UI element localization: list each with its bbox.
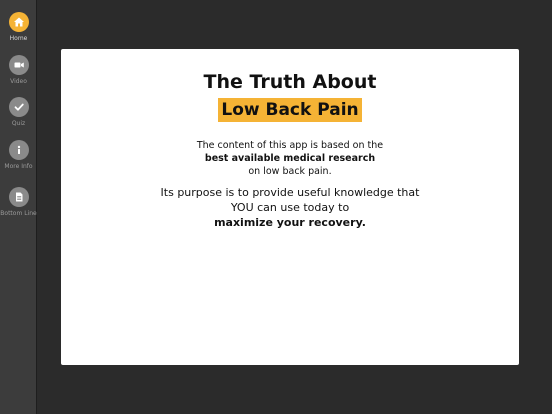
sidebar-item-quiz[interactable]: Quiz — [0, 97, 37, 127]
subtitle-wrap: Low Back Pain — [61, 98, 519, 122]
document-icon — [8, 187, 29, 207]
intro-line-1: The content of this app is based on the — [196, 140, 384, 151]
sidebar-item-label: Video — [10, 78, 27, 85]
sidebar-item-label: Quiz — [11, 120, 26, 127]
sidebar-item-home[interactable]: Home — [0, 12, 37, 42]
main-content: The Truth About Low Back Pain The conten… — [37, 0, 552, 414]
intro-card: The Truth About Low Back Pain The conten… — [61, 49, 519, 365]
info-icon — [8, 140, 29, 160]
check-icon — [8, 97, 29, 117]
sidebar-item-more-info[interactable]: More Info — [0, 140, 37, 170]
purpose-paragraph: Its purpose is to provide useful knowled… — [61, 185, 519, 230]
intro-line-2-bold: best available medical research — [204, 153, 376, 164]
sidebar: Home Video Quiz More Info Bottom Line — [0, 0, 37, 414]
page-title: The Truth About — [203, 71, 377, 93]
sidebar-item-bottom-line[interactable]: Bottom Line — [0, 187, 37, 217]
home-icon — [8, 12, 29, 32]
app: Home Video Quiz More Info Bottom Line Th… — [0, 0, 552, 414]
intro-line-3: on low back pain. — [248, 166, 332, 177]
video-icon — [8, 55, 29, 75]
sidebar-item-label: Bottom Line — [0, 210, 37, 217]
purpose-line-1: Its purpose is to provide useful knowled… — [160, 186, 420, 199]
sidebar-item-video[interactable]: Video — [0, 55, 37, 85]
sidebar-item-label: Home — [9, 35, 28, 42]
purpose-line-3-bold: maximize your recovery. — [214, 216, 366, 229]
sidebar-item-label: More Info — [4, 163, 33, 170]
page-subtitle-highlight: Low Back Pain — [218, 98, 362, 122]
purpose-line-2: YOU can use today to — [230, 201, 350, 214]
intro-paragraph: The content of this app is based on the … — [61, 139, 519, 178]
